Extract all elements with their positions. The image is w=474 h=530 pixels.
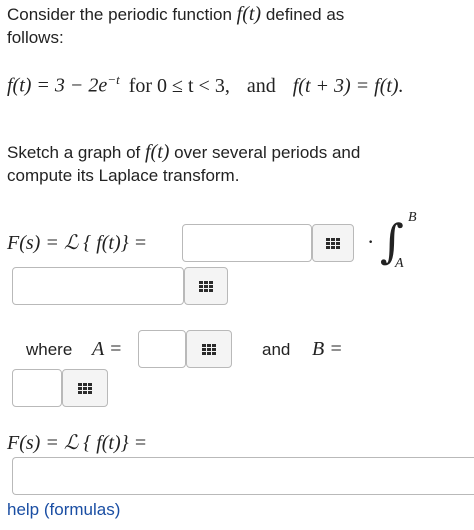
and-label: and [262, 340, 291, 359]
intro-line-2: follows: [7, 28, 64, 47]
multiply-dot: · [367, 229, 375, 254]
integrand-input-field[interactable] [12, 267, 184, 305]
intro-function: f(t) [236, 3, 262, 25]
integrand-input[interactable] [13, 268, 183, 304]
definition-and: and [246, 74, 276, 97]
grid-icon [202, 343, 216, 355]
a-input[interactable] [139, 331, 185, 367]
b-input[interactable] [13, 370, 61, 406]
b-label: B = [312, 338, 343, 360]
intro-text: Consider the periodic function [7, 5, 232, 24]
a-label: A = [92, 338, 123, 360]
task-text: Sketch a graph of [7, 143, 141, 162]
integral-lower-limit: A [395, 256, 404, 271]
task-function: f(t) [145, 141, 170, 163]
factor-input[interactable] [183, 225, 311, 261]
b-palette-button[interactable] [62, 369, 108, 407]
task-text-end: over several periods and [174, 143, 361, 162]
task-line-1: Sketch a graph of f(t) over several peri… [7, 141, 360, 164]
definition-condition: for 0 ≤ t < 3, [128, 74, 230, 97]
grid-icon [326, 237, 340, 249]
grid-icon [199, 280, 213, 292]
grid-icon [78, 382, 92, 394]
definition-periodicity: f(t + 3) = f(t). [292, 74, 404, 97]
where-label: where [26, 340, 73, 359]
b-input-field[interactable] [12, 369, 62, 407]
a-input-field[interactable] [138, 330, 186, 368]
definition-exponent: −t [107, 72, 120, 87]
help-formulas-link[interactable]: help (formulas) [7, 499, 120, 521]
integral-upper-limit: B [408, 210, 417, 225]
task-line-2: compute its Laplace transform. [7, 166, 240, 185]
function-definition: f(t) = 3 − 2e−t for 0 ≤ t < 3, and f(t +… [7, 68, 404, 98]
final-laplace-label: F(s) = ℒ { f(t)} = [7, 432, 148, 454]
intro-line-1: Consider the periodic function f(t) defi… [7, 3, 344, 26]
definition-lhs: f(t) = 3 − 2e [7, 74, 108, 97]
final-answer-field[interactable] [12, 457, 474, 495]
integrand-palette-button[interactable] [184, 267, 228, 305]
final-answer-input[interactable] [13, 458, 474, 494]
laplace-label: F(s) = ℒ { f(t)} = [7, 232, 148, 254]
factor-input-field[interactable] [182, 224, 312, 262]
a-palette-button[interactable] [186, 330, 232, 368]
intro-text-end: defined as [265, 5, 345, 24]
factor-palette-button[interactable] [312, 224, 354, 262]
